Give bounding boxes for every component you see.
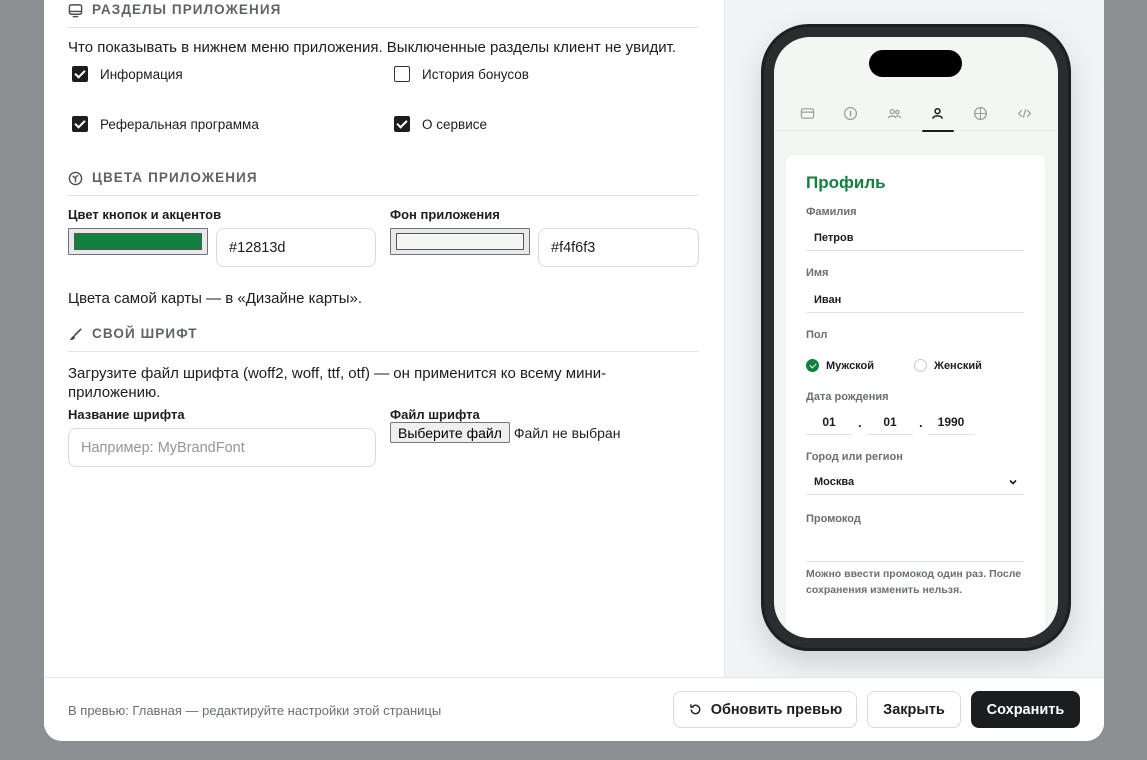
promo-input[interactable]	[806, 536, 1024, 562]
profile-title: Профиль	[806, 173, 886, 192]
checkbox-box[interactable]	[394, 116, 410, 132]
radio-label: Мужской	[826, 359, 875, 372]
close-button[interactable]: Закрыть	[867, 691, 961, 728]
surname-label: Фамилия	[806, 206, 857, 218]
info-icon	[844, 106, 858, 120]
date-separator: .	[858, 415, 862, 430]
city-label: Город или регион	[806, 451, 903, 463]
background-color-picker[interactable]	[390, 228, 530, 255]
gender-female-radio[interactable]: Женский	[914, 359, 982, 372]
dynamic-island	[869, 50, 962, 77]
accent-color-swatch	[74, 233, 202, 250]
checkbox-box[interactable]	[72, 116, 88, 132]
font-name-input[interactable]: Например: MyBrandFont	[68, 428, 376, 467]
font-name-label: Название шрифта	[68, 407, 185, 422]
birth-day-input[interactable]: 01	[806, 409, 852, 435]
code-icon	[1017, 108, 1031, 118]
save-button[interactable]: Сохранить	[971, 691, 1080, 728]
refresh-preview-label: Обновить превью	[710, 701, 843, 718]
section-description: Что показывать в нижнем меню приложения.…	[68, 39, 677, 56]
checkbox-label: Информация	[100, 66, 183, 82]
section-header-app-colors: ЦВЕТА ПРИЛОЖЕНИЯ	[68, 170, 699, 196]
checkbox-bonus-history[interactable]: История бонусов	[394, 66, 529, 82]
name-label: Имя	[806, 267, 829, 279]
section-title: ЦВЕТА ПРИЛОЖЕНИЯ	[92, 170, 258, 185]
settings-modal: РАЗДЕЛЫ ПРИЛОЖЕНИЯ Что показывать в нижн…	[44, 0, 1104, 741]
promo-hint: Можно ввести промокод один раз. После со…	[806, 568, 1022, 596]
profile-card: Профиль Фамилия Петров Имя Иван Пол Мужс…	[786, 155, 1045, 638]
preview-page-note: В превью: Главная — редактируйте настрой…	[68, 703, 442, 718]
name-input[interactable]: Иван	[806, 287, 1024, 313]
checkbox-label: История бонусов	[422, 66, 529, 82]
accent-color-label: Цвет кнопок и акцентов	[68, 207, 222, 222]
checkbox-box[interactable]	[72, 66, 88, 82]
preview-tab-card[interactable]	[796, 95, 820, 131]
settings-panel: РАЗДЕЛЫ ПРИЛОЖЕНИЯ Что показывать в нижн…	[44, 0, 724, 677]
modal-footer: В превью: Главная — редактируйте настрой…	[44, 677, 1104, 741]
preview-tab-code[interactable]	[1012, 95, 1036, 131]
checkbox-label: О сервисе	[422, 116, 487, 132]
background-color-label: Фон приложения	[390, 207, 500, 222]
gender-label: Пол	[806, 329, 828, 341]
brush-icon	[69, 328, 82, 341]
accent-color-input[interactable]: #12813d	[216, 228, 376, 267]
section-title: СВОЙ ШРИФТ	[92, 326, 198, 341]
gender-male-radio[interactable]: Мужской	[806, 359, 874, 372]
checkbox-box[interactable]	[394, 66, 410, 82]
birth-year-input[interactable]: 1990	[928, 409, 974, 435]
city-value: Москва	[814, 475, 855, 488]
phone-mockup: Профиль Фамилия Петров Имя Иван Пол Мужс…	[761, 24, 1071, 651]
section-header-app-sections: РАЗДЕЛЫ ПРИЛОЖЕНИЯ	[68, 2, 699, 28]
checkbox-about[interactable]: О сервисе	[394, 116, 487, 132]
font-file-label: Файл шрифта	[390, 407, 480, 422]
radio-checked-icon	[806, 359, 819, 372]
about-icon	[974, 106, 988, 120]
file-status: Файл не выбран	[513, 424, 621, 441]
profile-icon	[932, 107, 944, 119]
radio-unchecked-icon	[914, 359, 927, 372]
preview-tab-info[interactable]	[839, 95, 863, 131]
preview-tab-referral[interactable]	[882, 95, 906, 131]
radio-label: Женский	[934, 359, 982, 372]
checkbox-referral[interactable]: Реферальная программа	[72, 116, 259, 132]
section-header-custom-font: СВОЙ ШРИФТ	[68, 326, 699, 352]
monitor-icon	[68, 4, 83, 18]
checkbox-label: Реферальная программа	[100, 116, 259, 132]
colors-note: Цвета самой карты — в «Дизайне карты».	[68, 290, 363, 307]
choose-file-button[interactable]: Выберите файл	[390, 422, 510, 443]
preview-tab-profile[interactable]	[921, 95, 954, 132]
phone-screen: Профиль Фамилия Петров Имя Иван Пол Мужс…	[774, 37, 1058, 638]
chevron-down-icon	[1009, 479, 1017, 485]
preview-tab-bar	[774, 95, 1058, 132]
date-separator: .	[919, 415, 923, 430]
referral-icon	[887, 108, 902, 118]
preview-tab-about[interactable]	[969, 95, 993, 131]
surname-input[interactable]: Петров	[806, 225, 1024, 251]
refresh-icon	[689, 704, 701, 715]
background-color-input[interactable]: #f4f6f3	[538, 228, 699, 267]
card-icon	[800, 107, 815, 119]
refresh-preview-button[interactable]: Обновить превью	[673, 691, 857, 728]
palette-icon	[68, 171, 83, 186]
accent-color-picker[interactable]	[68, 228, 208, 255]
checkbox-info[interactable]: Информация	[72, 66, 183, 82]
preview-panel: Профиль Фамилия Петров Имя Иван Пол Мужс…	[724, 0, 1104, 677]
font-description: Загрузите файл шрифта (woff2, woff, ttf,…	[68, 365, 607, 401]
promo-label: Промокод	[806, 513, 861, 525]
city-select[interactable]: Москва	[806, 469, 1024, 495]
birth-month-input[interactable]: 01	[867, 409, 913, 435]
font-file-input[interactable]: Выберите файл Файл не выбран	[390, 422, 620, 443]
birth-date-label: Дата рождения	[806, 391, 889, 403]
section-title: РАЗДЕЛЫ ПРИЛОЖЕНИЯ	[92, 2, 282, 17]
background-color-swatch	[396, 233, 524, 250]
